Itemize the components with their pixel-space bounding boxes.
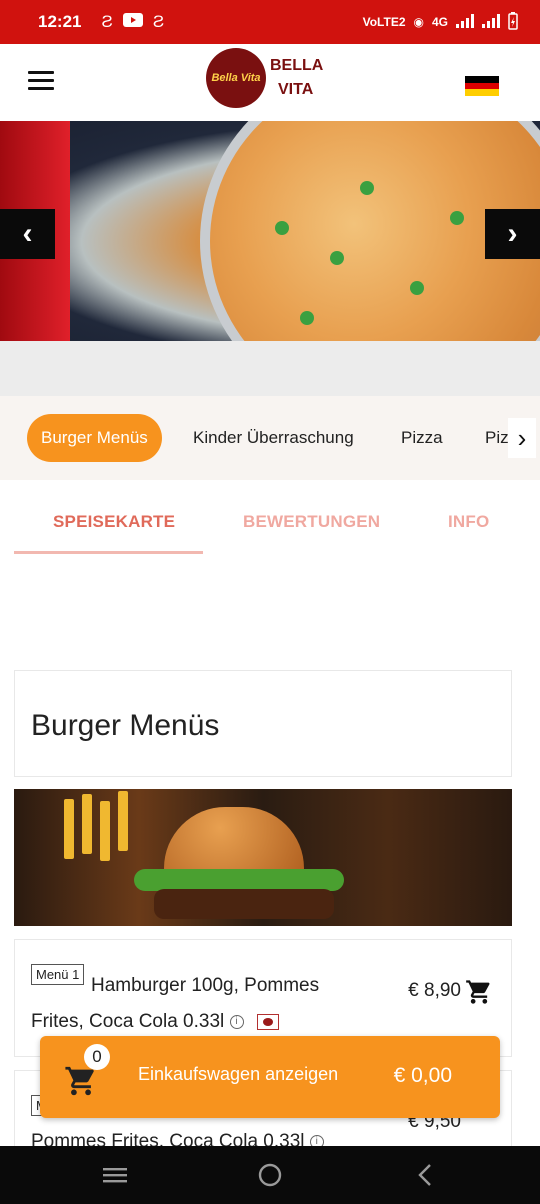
- hero-pea: [330, 251, 344, 265]
- cart-count-badge: 0: [84, 1044, 110, 1070]
- category-chip-burger-menus[interactable]: Burger Menüs: [27, 414, 162, 462]
- add-to-cart-icon[interactable]: [465, 978, 493, 1006]
- volte-icon: VoLTE2: [362, 15, 406, 29]
- logo-line-1: BELLA: [270, 57, 324, 74]
- spacer-band: [0, 341, 540, 396]
- logo-line-2: VITA: [278, 81, 314, 98]
- carousel-next-button[interactable]: ›: [485, 209, 540, 259]
- notification-s-icon: Ƨ: [101, 12, 113, 31]
- active-tab-indicator: [14, 551, 203, 554]
- burger-lettuce-shape: [134, 869, 344, 891]
- burger-bun-shape: [164, 807, 304, 877]
- tab-speisekarte[interactable]: SPEISEKARTE: [53, 512, 175, 532]
- logo-badge: Bella Vita: [206, 48, 266, 108]
- status-time: 12:21: [38, 12, 82, 31]
- notification-s2-icon: Ƨ: [152, 12, 165, 31]
- allergen-badge-icon[interactable]: [256, 1013, 279, 1030]
- info-icon[interactable]: i: [229, 1014, 244, 1029]
- category-scroll-next-button[interactable]: ›: [508, 418, 536, 458]
- item-name-wrap: Hamburger 100g, Pommes Frites, Coca Cola…: [31, 968, 361, 1040]
- content-tabs: SPEISEKARTE BEWERTUNGEN INFO: [0, 490, 540, 556]
- hero-pea: [300, 311, 314, 325]
- category-bar: Burger Menüs Kinder Überraschung Pizza P…: [0, 396, 540, 480]
- recent-apps-icon[interactable]: [100, 1160, 130, 1190]
- signal-icon: [456, 13, 474, 31]
- signal2-icon: [482, 13, 500, 31]
- tab-bewertungen[interactable]: BEWERTUNGEN: [243, 512, 380, 532]
- home-icon[interactable]: [255, 1160, 285, 1190]
- fries-shape: [100, 801, 110, 861]
- hotspot-icon: ◉: [413, 15, 424, 29]
- restaurant-logo[interactable]: Bella Vita BELLA VITA: [206, 48, 323, 108]
- burger-category-image: [14, 789, 512, 926]
- category-chip-pizza[interactable]: Pizza: [401, 414, 443, 462]
- hero-pea: [450, 211, 464, 225]
- system-navigation-bar: [0, 1146, 540, 1204]
- hero-carousel: ‹ ›: [0, 121, 540, 341]
- chevron-right-icon: ›: [517, 422, 527, 453]
- section-header-card: Burger Menüs: [14, 670, 512, 777]
- fries-shape: [64, 799, 74, 859]
- category-chip-partial[interactable]: Piz: [485, 414, 509, 462]
- view-cart-button[interactable]: 0 Einkaufswagen anzeigen € 0,00: [40, 1036, 500, 1118]
- tab-info[interactable]: INFO: [448, 512, 489, 532]
- cart-total: € 0,00: [393, 1064, 452, 1087]
- german-flag-icon[interactable]: [465, 76, 499, 96]
- system-icons: VoLTE2 ◉ 4G: [362, 11, 518, 33]
- menu-icon[interactable]: [28, 71, 54, 91]
- hero-pea: [360, 181, 374, 195]
- item-price: € 8,90: [408, 980, 461, 1001]
- burger-patty-shape: [154, 889, 334, 919]
- notification-icons: Ƨ Ƨ: [101, 12, 164, 32]
- hero-pea: [410, 281, 424, 295]
- chevron-right-icon: ›: [507, 217, 518, 250]
- chevron-left-icon: ‹: [22, 217, 33, 250]
- fries-shape: [82, 794, 92, 854]
- fries-shape: [118, 791, 128, 851]
- network-label: 4G: [431, 15, 448, 29]
- youtube-icon: [122, 12, 143, 32]
- section-title: Burger Menüs: [31, 709, 220, 742]
- category-chip-kinder[interactable]: Kinder Überraschung: [193, 414, 354, 462]
- status-bar: 12:21 Ƨ Ƨ VoLTE2 ◉ 4G: [0, 0, 540, 44]
- back-icon[interactable]: [410, 1160, 440, 1190]
- logo-wordmark: BELLA VITA: [270, 54, 323, 102]
- battery-icon: [508, 11, 518, 33]
- carousel-prev-button[interactable]: ‹: [0, 209, 55, 259]
- app-header: Bella Vita BELLA VITA: [0, 44, 540, 121]
- hero-pea: [275, 221, 289, 235]
- cart-label: Einkaufswagen anzeigen: [138, 1064, 339, 1084]
